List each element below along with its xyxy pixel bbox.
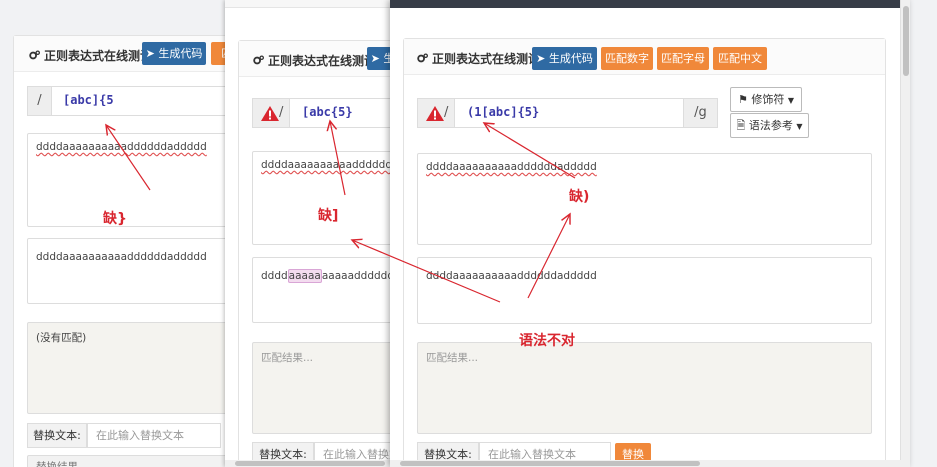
paper-plane-icon: ➤: [370, 52, 380, 65]
regex-input[interactable]: (1[abc]{5}: [467, 105, 539, 119]
match-result-placeholder: 匹配结果...: [426, 352, 479, 364]
annotation-syntax-wrong: 语法不对: [519, 333, 575, 349]
test-text: ddddaaaaaaaaaaddddddaddddd: [36, 141, 207, 153]
match-result-text: (没有匹配): [36, 332, 87, 344]
generate-code-button[interactable]: ➤ 生成代码: [532, 47, 597, 70]
cogs-icon: [253, 55, 264, 65]
match-chinese-label: 匹配中文: [718, 52, 762, 65]
caret-down-icon: ▼: [787, 96, 795, 105]
paper-plane-icon: ➤: [536, 52, 546, 65]
modifier-dropdown-button[interactable]: ⚑ 修饰符 ▼: [730, 87, 802, 112]
text-before-match: dddd: [261, 270, 288, 282]
test-text-area[interactable]: ddddaaaaaaaaaaddddddaddddd: [417, 153, 872, 245]
window-c: 正则表达式在线测试 ➤ 生成代码 匹配数字 匹配字母 匹配中文 / (1[abc…: [390, 0, 910, 467]
match-result-area: 匹配结果...: [417, 342, 872, 434]
file-icon: 🗎: [736, 119, 746, 132]
panel-title: 正则表达式在线测试: [253, 52, 376, 69]
panel-header: 正则表达式在线测试 ➤ 生成代码 匹配数字 匹配字母 匹配中文: [404, 39, 885, 75]
warning-icon: [426, 106, 444, 121]
match-result-placeholder: 匹配结果...: [261, 352, 314, 364]
match-digits-label: 匹配数字: [605, 52, 649, 65]
regex-input[interactable]: [abc]{5: [63, 93, 114, 107]
match-highlight: aaaaa: [287, 269, 322, 283]
replace-result-label: 替换结果: [36, 461, 78, 467]
scroll-thumb[interactable]: [235, 461, 385, 466]
warning-icon: [261, 106, 279, 121]
regex-prefix-text: /: [444, 105, 449, 120]
panel-title: 正则表达式在线测试: [417, 50, 540, 67]
scroll-thumb[interactable]: [903, 6, 909, 76]
window-topbar: [390, 0, 910, 8]
panel-title-text: 正则表达式在线测试: [44, 49, 153, 63]
replace-label: 替换文本:: [27, 423, 87, 448]
panel-title-text: 正则表达式在线测试: [268, 54, 377, 68]
cogs-icon: [417, 53, 428, 63]
match-letters-button[interactable]: 匹配字母: [657, 47, 709, 70]
flag-icon: ⚑: [737, 93, 748, 106]
horizontal-scrollbar[interactable]: [390, 460, 910, 467]
panel-title-text: 正则表达式在线测试: [432, 52, 541, 66]
sample-text: ddddaaaaaaaaaaddddddaddddd: [36, 251, 207, 263]
regex-prefix-text: /: [279, 105, 284, 120]
regex-input-row[interactable]: / (1[abc]{5} /g: [417, 98, 718, 128]
test-text: ddddaaaaaaaaaaddddddaddddd: [426, 161, 597, 173]
paper-plane-icon: ➤: [145, 47, 155, 60]
generate-label: 生成代码: [548, 52, 593, 65]
annotation-missing-paren: 缺): [569, 189, 590, 205]
match-chinese-button[interactable]: 匹配中文: [713, 47, 767, 70]
regex-flags-suffix: /g: [683, 99, 717, 127]
replace-text-area[interactable]: ddddaaaaaaaaaaddddddaddddd: [417, 257, 872, 324]
scroll-thumb[interactable]: [400, 461, 700, 466]
generate-code-button[interactable]: ➤ 生成代码: [142, 42, 206, 65]
caret-down-icon: ▼: [796, 122, 803, 131]
annotation-missing-brace: 缺}: [103, 211, 127, 227]
panel-title: 正则表达式在线测试: [29, 47, 152, 64]
regex-prefix: /: [28, 87, 52, 115]
cogs-icon: [29, 50, 40, 60]
sample-text: ddddaaaaaaaaaaddddddaddddd: [426, 270, 597, 282]
modifier-label: 修饰符: [751, 93, 785, 106]
match-digits-button[interactable]: 匹配数字: [601, 47, 653, 70]
annotation-missing-bracket: 缺]: [318, 208, 339, 224]
syntax-reference-button[interactable]: 🗎 语法参考 ▼: [730, 113, 809, 138]
vertical-scrollbar[interactable]: [900, 0, 910, 467]
generate-label: 生成代码: [158, 47, 203, 60]
replace-input[interactable]: 在此输入替换文本: [87, 423, 221, 448]
syntax-ref-label: 语法参考: [748, 119, 793, 132]
regex-input[interactable]: [abc{5}: [302, 105, 353, 119]
match-letters-label: 匹配字母: [661, 52, 705, 65]
